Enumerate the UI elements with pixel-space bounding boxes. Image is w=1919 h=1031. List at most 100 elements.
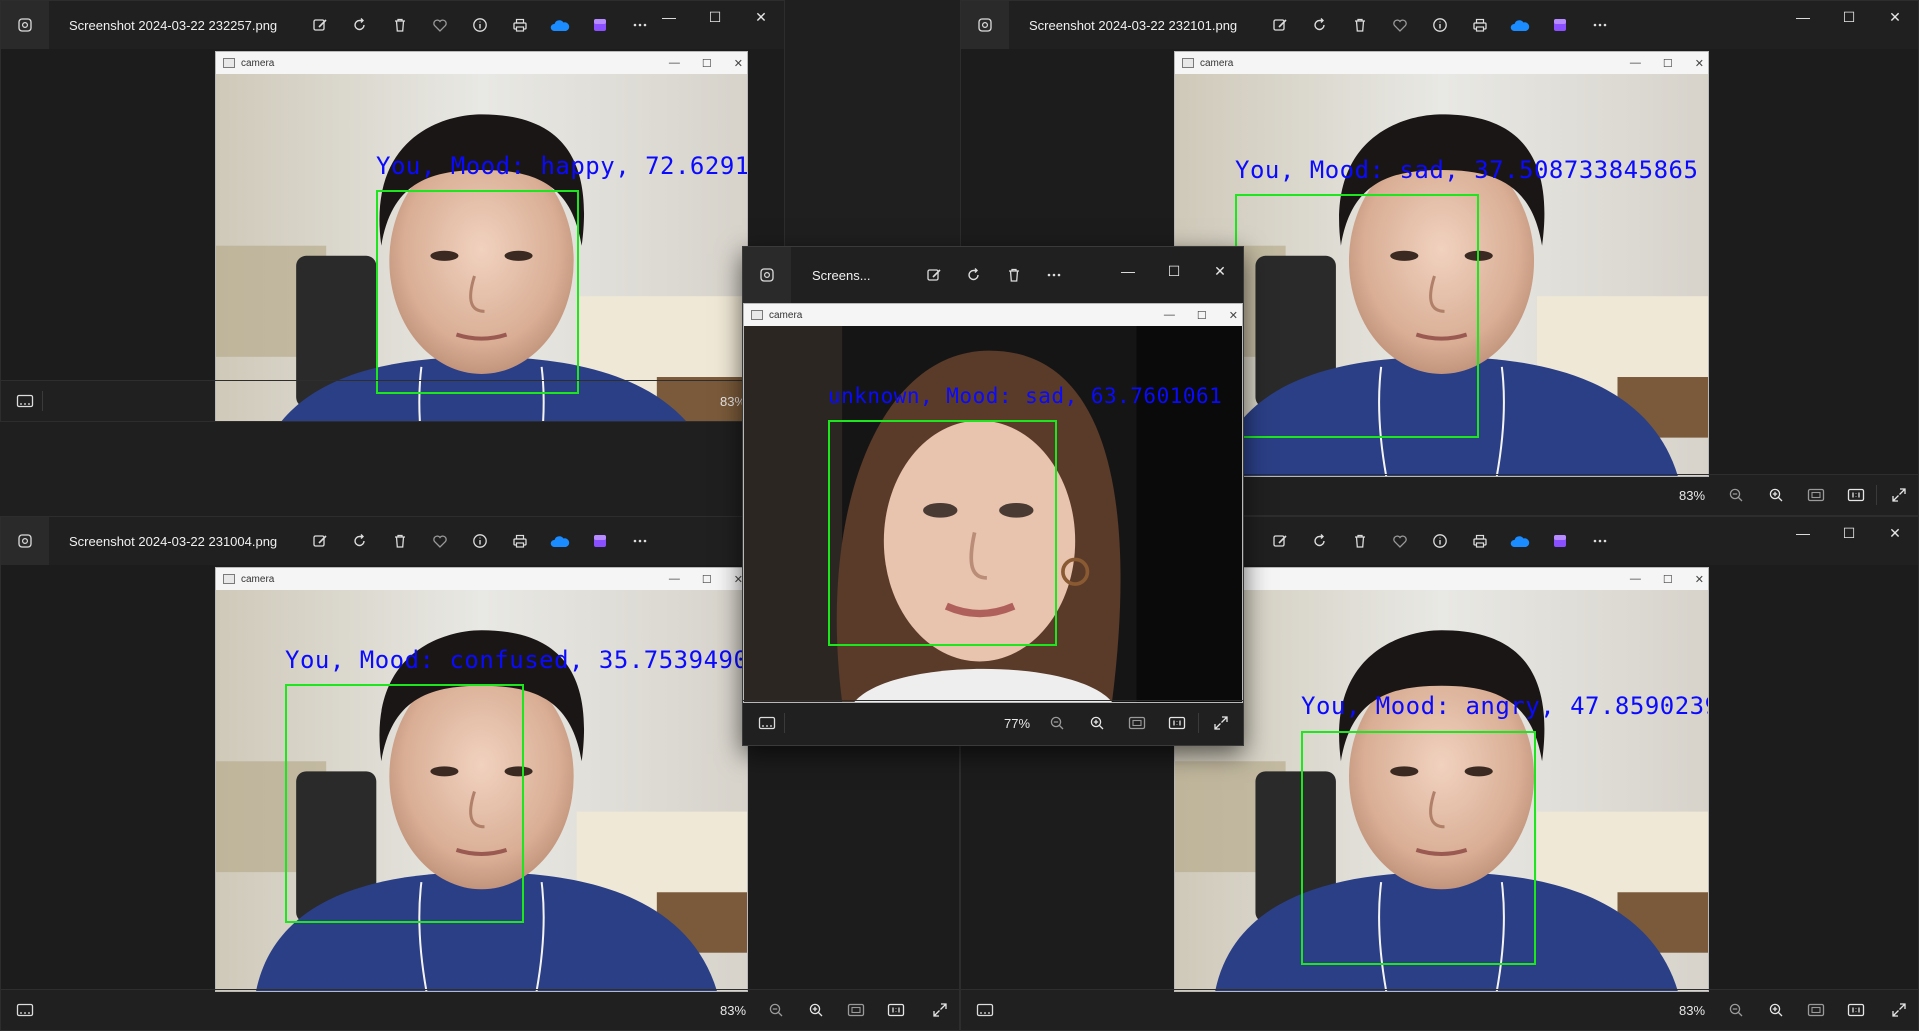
status-bar: 83% — [1, 989, 959, 1030]
camera-window-controls: — ☐ ✕ — [1164, 304, 1238, 326]
fit-window-icon[interactable] — [1123, 709, 1151, 737]
favorite-icon[interactable] — [1389, 14, 1411, 36]
onedrive-icon[interactable] — [549, 14, 571, 36]
divider — [784, 713, 785, 733]
close-icon[interactable]: ✕ — [738, 1, 784, 33]
delete-icon[interactable] — [1003, 264, 1025, 286]
photo-viewer-window-center[interactable]: Screens... — ☐ ✕ camera — ☐ ✕ unknown, M… — [742, 246, 1244, 746]
zoom-out-icon[interactable] — [762, 996, 790, 1024]
info-icon[interactable] — [469, 530, 491, 552]
print-icon[interactable] — [509, 530, 531, 552]
zoom-out-icon[interactable] — [1722, 996, 1750, 1024]
close-icon[interactable]: ✕ — [1872, 1, 1918, 33]
maximize-icon[interactable]: ☐ — [692, 1, 738, 33]
close-icon[interactable]: ✕ — [1872, 517, 1918, 549]
clipchamp-icon[interactable] — [589, 14, 611, 36]
info-icon[interactable] — [1429, 14, 1451, 36]
filmstrip-icon[interactable] — [753, 709, 781, 737]
zoom-in-icon[interactable] — [1762, 481, 1790, 509]
zoom-out-icon[interactable] — [1722, 481, 1750, 509]
favorite-icon[interactable] — [1389, 530, 1411, 552]
filmstrip-icon[interactable] — [11, 996, 39, 1024]
actual-size-icon[interactable] — [882, 996, 910, 1024]
webcam-frame: You, Mood: angry, 47.8590239 — [1175, 590, 1708, 991]
more-icon[interactable] — [1589, 14, 1611, 36]
camera-window-controls: — ☐ ✕ — [1630, 52, 1704, 74]
zoom-out-icon[interactable] — [1043, 709, 1071, 737]
fit-window-icon[interactable] — [1802, 996, 1830, 1024]
minimize-icon[interactable]: — — [1780, 517, 1826, 549]
favorite-icon[interactable] — [429, 530, 451, 552]
emotion-label: You, Mood: angry, 47.8590239 — [1301, 692, 1708, 720]
delete-icon[interactable] — [1349, 14, 1371, 36]
zoom-in-icon[interactable] — [1762, 996, 1790, 1024]
camera-title-bar: camera — ☐ ✕ — [744, 304, 1242, 327]
clipchamp-icon[interactable] — [1549, 530, 1571, 552]
more-icon[interactable] — [629, 530, 651, 552]
maximize-icon[interactable]: ☐ — [1151, 255, 1197, 287]
clipchamp-icon[interactable] — [589, 530, 611, 552]
fit-window-icon[interactable] — [1802, 481, 1830, 509]
delete-icon[interactable] — [1349, 530, 1371, 552]
toolbar — [309, 14, 651, 36]
minimize-icon[interactable]: — — [1105, 255, 1151, 287]
photos-app-icon — [1, 1, 49, 49]
face-bounding-box — [285, 684, 524, 923]
print-icon[interactable] — [509, 14, 531, 36]
close-icon[interactable]: ✕ — [1197, 255, 1243, 287]
rotate-icon[interactable] — [349, 14, 371, 36]
minimize-icon[interactable]: — — [1780, 1, 1826, 33]
delete-icon[interactable] — [389, 14, 411, 36]
minimize-icon[interactable]: — — [646, 1, 692, 33]
toolbar — [309, 530, 651, 552]
image-canvas: camera — ☐ ✕ unknown, Mood: sad, 63.7601… — [743, 303, 1243, 703]
fullscreen-icon[interactable] — [1207, 709, 1235, 737]
edit-icon[interactable] — [309, 530, 331, 552]
camera-window-icon — [223, 58, 235, 68]
rotate-icon[interactable] — [1309, 530, 1331, 552]
fullscreen-icon[interactable] — [1885, 481, 1913, 509]
camera-title: camera — [1200, 57, 1234, 69]
maximize-icon[interactable]: ☐ — [1826, 1, 1872, 33]
actual-size-icon[interactable] — [1842, 481, 1870, 509]
photo-viewer-window-top-left[interactable]: Screenshot 2024-03-22 232257.png — ☐ ✕ c… — [0, 0, 785, 422]
filmstrip-icon[interactable] — [971, 996, 999, 1024]
fullscreen-icon[interactable] — [926, 996, 954, 1024]
divider — [42, 391, 43, 411]
print-icon[interactable] — [1469, 14, 1491, 36]
fit-window-icon[interactable] — [842, 996, 870, 1024]
actual-size-icon[interactable] — [1163, 709, 1191, 737]
zoom-in-icon[interactable] — [1083, 709, 1111, 737]
onedrive-icon[interactable] — [549, 530, 571, 552]
edit-icon[interactable] — [309, 14, 331, 36]
rotate-icon[interactable] — [1309, 14, 1331, 36]
delete-icon[interactable] — [389, 530, 411, 552]
close-icon: ✕ — [733, 57, 743, 70]
more-icon[interactable] — [1589, 530, 1611, 552]
edit-icon[interactable] — [1269, 14, 1291, 36]
rotate-icon[interactable] — [963, 264, 985, 286]
zoom-in-icon[interactable] — [802, 996, 830, 1024]
webcam-frame: unknown, Mood: sad, 63.7601061 — [744, 326, 1242, 702]
zoom-level: 77% — [1004, 715, 1031, 731]
favorite-icon[interactable] — [429, 14, 451, 36]
filmstrip-icon[interactable] — [11, 387, 39, 415]
edit-icon[interactable] — [923, 264, 945, 286]
edit-icon[interactable] — [1269, 530, 1291, 552]
actual-size-icon[interactable] — [1842, 996, 1870, 1024]
info-icon[interactable] — [1429, 530, 1451, 552]
print-icon[interactable] — [1469, 530, 1491, 552]
maximize-icon[interactable]: ☐ — [1826, 517, 1872, 549]
clipchamp-icon[interactable] — [1549, 14, 1571, 36]
onedrive-icon[interactable] — [1509, 14, 1531, 36]
more-icon[interactable] — [1043, 264, 1065, 286]
fullscreen-icon[interactable] — [1885, 996, 1913, 1024]
image-canvas: camera — ☐ ✕ You, Mood: happy, 72.62911 — [1, 49, 784, 421]
close-icon: ✕ — [1694, 573, 1704, 586]
emotion-label: You, Mood: happy, 72.62911 — [376, 152, 747, 180]
onedrive-icon[interactable] — [1509, 530, 1531, 552]
window-controls: — ☐ ✕ — [1780, 517, 1918, 549]
info-icon[interactable] — [469, 14, 491, 36]
rotate-icon[interactable] — [349, 530, 371, 552]
zoom-level: 83% — [1679, 1002, 1706, 1018]
